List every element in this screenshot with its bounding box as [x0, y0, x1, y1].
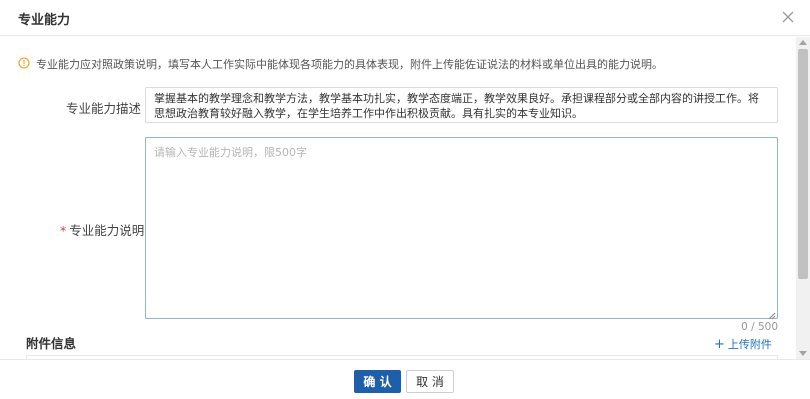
- plus-icon: +: [714, 337, 725, 352]
- scroll-down-arrow-icon[interactable]: [799, 351, 807, 356]
- dialog-title: 专业能力: [18, 13, 71, 28]
- description-text: 掌握基本的教学理念和教学方法，教学基本功扎实，教学态度端正，教学效果良好。承担课…: [145, 87, 778, 123]
- explanation-textarea[interactable]: [145, 137, 778, 319]
- notice-text: 专业能力应对照政策说明，填写本人工作实际中能体现各项能力的具体表现，附件上传能佐…: [36, 58, 663, 71]
- warning-circle-icon: [18, 57, 30, 69]
- required-mark: *: [60, 223, 67, 238]
- professional-ability-dialog: 专业能力 专业能力应对照政策说明，填写本人工作实际中能体现各项能力的具体表现，附…: [0, 0, 810, 399]
- dialog-body: 专业能力应对照政策说明，填写本人工作实际中能体现各项能力的具体表现，附件上传能佐…: [0, 37, 796, 359]
- upload-attachment-button[interactable]: + 上传附件: [714, 336, 772, 352]
- notice-bar: 专业能力应对照政策说明，填写本人工作实际中能体现各项能力的具体表现，附件上传能佐…: [18, 56, 788, 72]
- attachments-section-title: 附件信息: [26, 336, 77, 351]
- explanation-label: * 专业能力说明: [60, 223, 145, 238]
- scrollbar-thumb[interactable]: [798, 49, 808, 279]
- resize-grip-icon[interactable]: [768, 309, 776, 320]
- description-label: 专业能力描述: [66, 101, 142, 116]
- scroll-up-arrow-icon[interactable]: [799, 40, 807, 45]
- character-counter: 0 / 500: [741, 321, 778, 333]
- confirm-button[interactable]: 确 认: [354, 370, 401, 393]
- close-icon[interactable]: [779, 8, 797, 26]
- dialog-footer: 确 认 取 消: [0, 359, 810, 399]
- dialog-header: 专业能力: [0, 0, 810, 36]
- cancel-button[interactable]: 取 消: [406, 370, 454, 393]
- vertical-scrollbar[interactable]: [796, 37, 810, 359]
